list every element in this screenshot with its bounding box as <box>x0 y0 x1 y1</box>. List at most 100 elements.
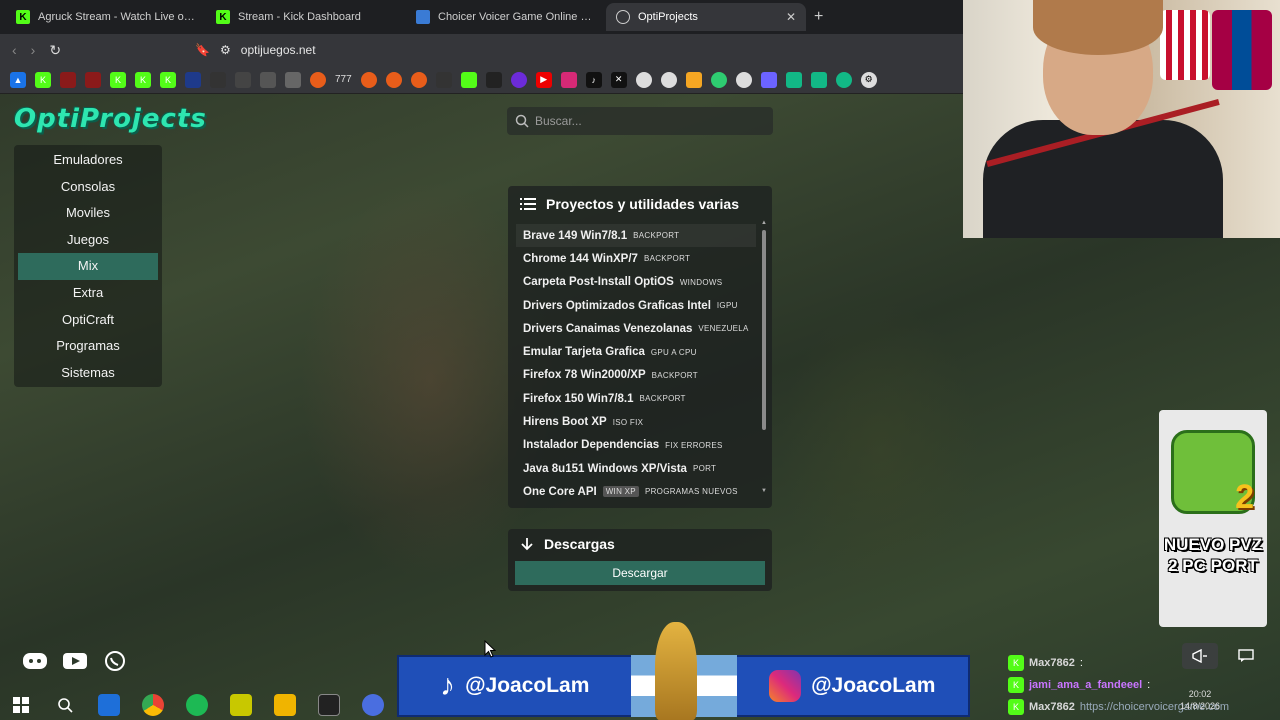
scroll-down-icon[interactable]: ▼ <box>761 488 767 494</box>
gear-icon[interactable]: ⚙ <box>860 71 877 88</box>
chat-text: : <box>1079 657 1083 669</box>
bookmark-icon[interactable] <box>685 71 702 88</box>
back-icon[interactable]: ‹ <box>12 42 17 58</box>
discord-icon[interactable] <box>22 650 48 672</box>
bookmark-icon[interactable] <box>185 71 201 88</box>
list-item[interactable]: Java 8u151 Windows XP/Vista PORT <box>516 457 756 480</box>
folder-icon[interactable] <box>274 694 296 716</box>
list-item[interactable]: Firefox 150 Win7/8.1 BACKPORT <box>516 387 756 410</box>
kick-icon[interactable]: K <box>160 71 176 88</box>
list-item[interactable]: Drivers Canaimas Venezolanas VENEZUELA <box>516 317 756 340</box>
scroll-up-icon[interactable]: ▲ <box>761 220 767 226</box>
bookmark-icon[interactable] <box>85 71 101 88</box>
app-icon[interactable] <box>98 694 120 716</box>
item-name: Firefox 78 Win2000/XP <box>523 369 646 382</box>
app-icon[interactable] <box>318 694 340 716</box>
spotify-icon[interactable] <box>186 694 208 716</box>
reload-icon[interactable]: ↻ <box>49 42 61 59</box>
kick-icon[interactable]: K <box>135 71 151 88</box>
whatsapp-icon[interactable] <box>102 650 128 672</box>
item-name: Hirens Boot XP <box>523 416 607 429</box>
system-clock[interactable]: 20:02 14/8/2026 <box>1180 688 1220 712</box>
x-icon[interactable]: ✕ <box>610 71 627 88</box>
bookmark-icon[interactable] <box>285 71 301 88</box>
list-item[interactable]: Emular Tarjeta Grafica GPU A CPU <box>516 340 756 363</box>
bookmark-icon[interactable] <box>460 71 477 88</box>
discord-icon[interactable] <box>362 694 384 716</box>
scrollbar-thumb[interactable] <box>762 230 766 430</box>
forward-icon[interactable]: › <box>31 42 36 58</box>
list-item[interactable]: Carpeta Post-Install OptiOS WINDOWS <box>516 271 756 294</box>
bookmark-icon[interactable] <box>510 71 527 88</box>
item-tag: IGPU <box>716 301 738 311</box>
list-scrollbar[interactable]: ▲ ▼ <box>761 220 767 494</box>
browser-tab[interactable]: Choicer Voicer Game Online Free - R <box>406 3 606 31</box>
download-button[interactable]: Descargar <box>515 561 765 585</box>
sidebar-item-emuladores[interactable]: Emuladores <box>18 147 158 174</box>
browser-toolbar: ‹ › ↻ 🔖 ⚙ optijuegos.net <box>0 34 963 66</box>
tab-title: Agruck Stream - Watch Live on K <box>38 11 196 23</box>
sidebar-item-moviles[interactable]: Moviles <box>18 200 158 227</box>
browser-tab[interactable]: K Agruck Stream - Watch Live on K <box>6 3 206 31</box>
address-bar[interactable]: 🔖 ⚙ optijuegos.net <box>195 43 315 57</box>
search-input[interactable] <box>535 114 755 128</box>
bookmark-icon[interactable] <box>235 71 251 88</box>
sidebar-item-juegos[interactable]: Juegos <box>18 227 158 254</box>
browser-tab[interactable]: K Stream - Kick Dashboard <box>206 3 406 31</box>
sidebar-item-extra[interactable]: Extra <box>18 280 158 307</box>
search-icon[interactable] <box>54 694 76 716</box>
item-name: Drivers Optimizados Graficas Intel <box>523 299 711 312</box>
close-tab-icon[interactable]: ✕ <box>786 10 796 24</box>
list-item[interactable]: One Core API WIN XP PROGRAMAS NUEVOS <box>516 480 756 500</box>
kick-icon[interactable]: K <box>110 71 126 88</box>
list-item[interactable]: Brave 149 Win7/8.1 BACKPORT <box>516 224 756 248</box>
sidebar-item-opticraft[interactable]: OptiCraft <box>18 307 158 334</box>
site-info-icon[interactable]: ⚙ <box>220 43 231 57</box>
bookmark-icon[interactable]: 🔖 <box>195 43 210 57</box>
bookmark-icon[interactable] <box>310 71 326 88</box>
list-item[interactable]: Drivers Optimizados Graficas Intel IGPU <box>516 294 756 317</box>
bookmark-icon[interactable] <box>210 71 226 88</box>
bookmark-icon[interactable] <box>635 71 652 88</box>
zombie-icon <box>1171 430 1255 517</box>
sidebar-item-sistemas[interactable]: Sistemas <box>18 360 158 387</box>
bookmark-label[interactable]: 777 <box>335 74 352 85</box>
app-icon[interactable] <box>230 694 252 716</box>
bookmark-icon[interactable] <box>410 71 427 88</box>
bookmark-icon[interactable] <box>435 71 452 88</box>
bookmark-icon[interactable] <box>810 71 827 88</box>
bookmark-icon[interactable] <box>385 71 402 88</box>
list-item[interactable]: Chrome 144 WinXP/7 BACKPORT <box>516 247 756 270</box>
youtube-icon[interactable] <box>62 650 88 672</box>
browser-tab-active[interactable]: OptiProjects ✕ <box>606 3 806 31</box>
bookmark-icon[interactable] <box>260 71 276 88</box>
drive-icon[interactable]: ▲ <box>10 71 26 88</box>
bookmark-icon[interactable] <box>835 71 852 88</box>
tiktok-icon[interactable]: ♪ <box>585 71 602 88</box>
bookmark-icon[interactable] <box>760 71 777 88</box>
youtube-icon[interactable]: ▶ <box>535 71 552 88</box>
bookmark-icon[interactable] <box>785 71 802 88</box>
bookmark-icon[interactable] <box>60 71 76 88</box>
item-name: Java 8u151 Windows XP/Vista <box>523 462 687 475</box>
bookmark-icon[interactable] <box>735 71 752 88</box>
list-item[interactable]: Firefox 78 Win2000/XP BACKPORT <box>516 364 756 387</box>
site-logo[interactable]: OptiProjects <box>14 104 207 134</box>
sidebar-item-mix[interactable]: Mix <box>18 253 158 280</box>
chrome-icon[interactable] <box>142 694 164 716</box>
url-text[interactable]: optijuegos.net <box>241 43 316 57</box>
new-tab-button[interactable]: + <box>814 8 823 26</box>
list-item[interactable]: Hirens Boot XP ISO FIX <box>516 410 756 433</box>
sidebar-item-programas[interactable]: Programas <box>18 333 158 360</box>
bookmark-icon[interactable] <box>710 71 727 88</box>
list-item[interactable]: Instalador Dependencias FIX ERRORES <box>516 434 756 457</box>
tab-title: Stream - Kick Dashboard <box>238 11 361 23</box>
bookmark-icon[interactable] <box>485 71 502 88</box>
bookmark-icon[interactable] <box>360 71 377 88</box>
windows-start-icon[interactable] <box>10 694 32 716</box>
sidebar-item-consolas[interactable]: Consolas <box>18 174 158 201</box>
kick-icon[interactable]: K <box>35 71 51 88</box>
instagram-icon[interactable] <box>560 71 577 88</box>
bookmark-icon[interactable] <box>660 71 677 88</box>
panel-header: Descargas <box>508 529 772 559</box>
